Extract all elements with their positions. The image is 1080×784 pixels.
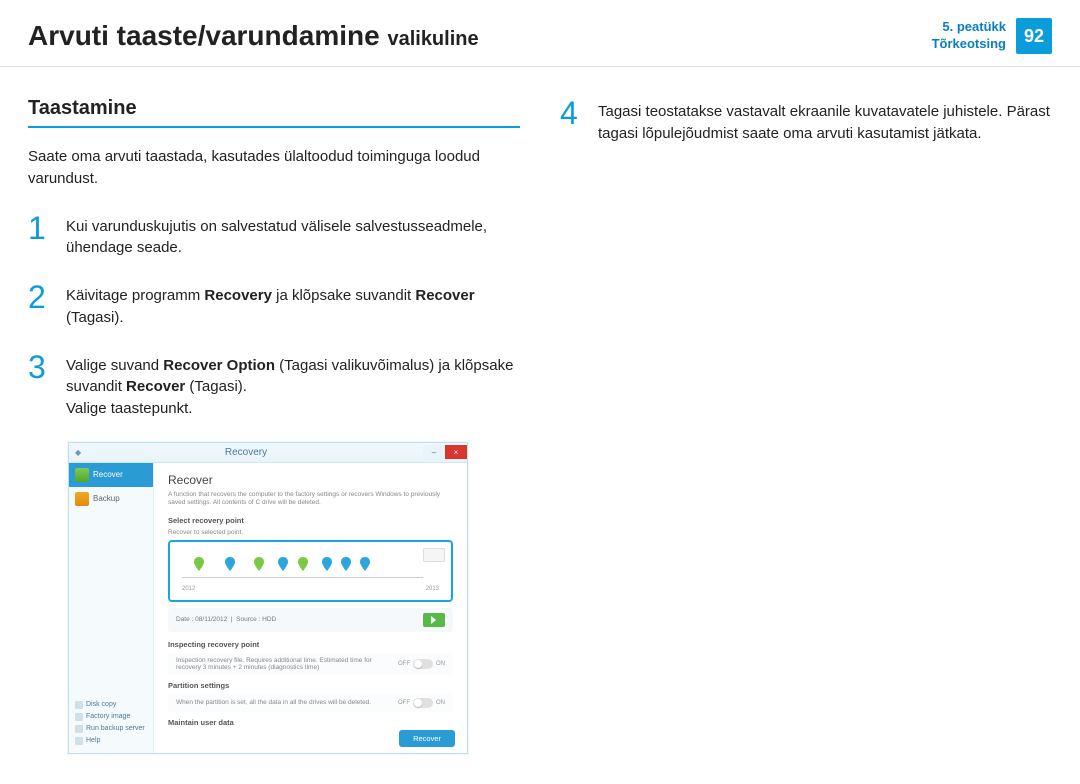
- app-icon: ◆: [75, 448, 81, 457]
- sidebar-link-diskcopy[interactable]: Disk copy: [75, 699, 150, 711]
- step-text: Valige suvand Recover Option (Tagasi val…: [66, 351, 520, 420]
- timeline-box: 2012 2013: [168, 540, 453, 602]
- partition-desc: When the partition is set, all the data …: [176, 699, 371, 706]
- sidebar-item-backup[interactable]: Backup: [69, 487, 153, 511]
- sidebar-link-backupserver[interactable]: Run backup server: [75, 723, 150, 735]
- panel-description: A function that recovers the computer to…: [168, 491, 453, 508]
- minimize-button[interactable]: –: [423, 445, 445, 459]
- timeline-marker[interactable]: [341, 557, 351, 571]
- step-number: 4: [560, 97, 584, 145]
- maintain-label: Maintain user data: [168, 718, 453, 727]
- timeline-marker[interactable]: [322, 557, 332, 571]
- step-text: Tagasi teostatakse vastavalt ekraanile k…: [598, 97, 1052, 145]
- select-recovery-sub: Recover to selected point.: [168, 529, 453, 536]
- title-main: Arvuti taaste/varundamine: [28, 20, 380, 51]
- inspect-label: Inspecting recovery point: [168, 640, 453, 649]
- window-controls: – ×: [423, 445, 467, 459]
- inspect-toggle[interactable]: OFF ON: [398, 659, 445, 669]
- window-title: Recovery: [69, 447, 423, 458]
- year-start: 2012: [182, 586, 195, 592]
- header-right: 5. peatükk Tõrkeotsing 92: [932, 18, 1052, 54]
- partition-row: When the partition is set, all the data …: [168, 694, 453, 712]
- section-heading: Taastamine: [28, 97, 520, 120]
- sidebar-label: Backup: [93, 494, 120, 503]
- year-end: 2013: [426, 586, 439, 592]
- recovery-screenshot: ◆ Recovery – × Recover Backup: [68, 442, 468, 754]
- window-sidebar: Recover Backup Disk copy Factory image R…: [69, 463, 154, 753]
- heading-rule: [28, 126, 520, 128]
- sidebar-link-factory[interactable]: Factory image: [75, 711, 150, 723]
- close-button[interactable]: ×: [445, 445, 467, 459]
- sidebar-label: Recover: [93, 470, 123, 479]
- step-number: 3: [28, 351, 52, 420]
- inspect-desc: Inspection recovery file. Requires addit…: [176, 657, 398, 671]
- backup-icon: [75, 492, 89, 506]
- intro-text: Saate oma arvuti taastada, kasutades üla…: [28, 146, 520, 190]
- inspect-row: Inspection recovery file. Requires addit…: [168, 653, 453, 675]
- recover-button[interactable]: Recover: [399, 730, 455, 747]
- step-text: Kui varunduskujutis on salvestatud välis…: [66, 212, 520, 260]
- content: Taastamine Saate oma arvuti taastada, ka…: [0, 67, 1080, 784]
- date-source: Date : 08/11/2012 | Source : HDD: [176, 616, 276, 623]
- sidebar-link-help[interactable]: Help: [75, 735, 150, 747]
- refresh-button[interactable]: [423, 548, 445, 562]
- select-recovery-label: Select recovery point: [168, 516, 453, 525]
- sidebar-item-recover[interactable]: Recover: [69, 463, 153, 487]
- chapter-line2: Tõrkeotsing: [932, 36, 1006, 53]
- timeline-years: 2012 2013: [178, 586, 443, 592]
- partition-label: Partition settings: [168, 681, 453, 690]
- step-4: 4 Tagasi teostatakse vastavalt ekraanile…: [560, 97, 1052, 145]
- window-body: Recover Backup Disk copy Factory image R…: [69, 463, 467, 753]
- title-sub: valikuline: [387, 28, 478, 50]
- step-number: 2: [28, 281, 52, 329]
- step-2: 2 Käivitage programm Recovery ja klõpsak…: [28, 281, 520, 329]
- step-text: Käivitage programm Recovery ja klõpsake …: [66, 281, 520, 329]
- timeline-track[interactable]: [182, 554, 423, 578]
- step-number: 1: [28, 212, 52, 260]
- partition-toggle[interactable]: OFF ON: [398, 698, 445, 708]
- panel-heading: Recover: [168, 473, 453, 487]
- right-column: 4 Tagasi teostatakse vastavalt ekraanile…: [560, 97, 1052, 754]
- timeline-marker[interactable]: [278, 557, 288, 571]
- page-title: Arvuti taaste/varundamine valikuline: [28, 20, 479, 52]
- timeline-marker[interactable]: [360, 557, 370, 571]
- info-row: Date : 08/11/2012 | Source : HDD: [168, 608, 453, 632]
- play-button[interactable]: [423, 613, 445, 627]
- page-number: 92: [1016, 18, 1052, 54]
- timeline-marker[interactable]: [194, 557, 204, 571]
- timeline-marker[interactable]: [298, 557, 308, 571]
- left-column: Taastamine Saate oma arvuti taastada, ka…: [28, 97, 520, 754]
- page-header: Arvuti taaste/varundamine valikuline 5. …: [0, 0, 1080, 67]
- step-1: 1 Kui varunduskujutis on salvestatud väl…: [28, 212, 520, 260]
- chapter-info: 5. peatükk Tõrkeotsing: [932, 19, 1006, 53]
- window-titlebar: ◆ Recovery – ×: [69, 443, 467, 463]
- timeline-marker[interactable]: [225, 557, 235, 571]
- timeline-marker[interactable]: [254, 557, 264, 571]
- step-3: 3 Valige suvand Recover Option (Tagasi v…: [28, 351, 520, 420]
- chapter-line1: 5. peatükk: [932, 19, 1006, 36]
- recover-button-bar: Recover: [399, 730, 455, 747]
- recover-icon: [75, 468, 89, 482]
- sidebar-bottom-links: Disk copy Factory image Run backup serve…: [75, 699, 150, 747]
- window-main: Recover A function that recovers the com…: [154, 463, 467, 753]
